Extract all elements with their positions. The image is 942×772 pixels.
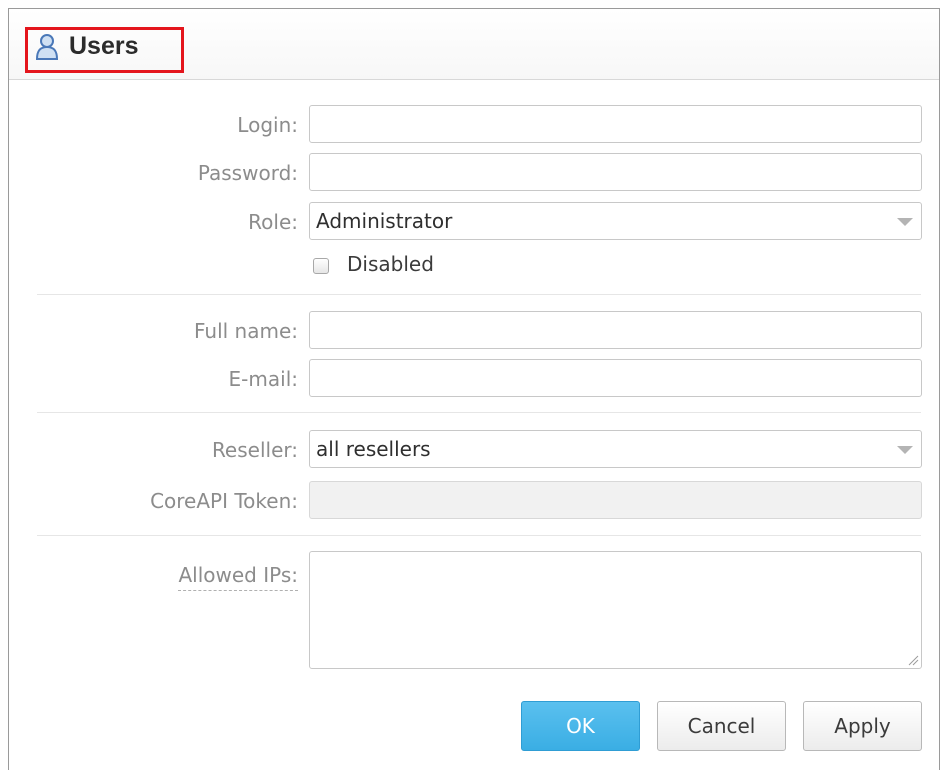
section-divider [37,535,921,536]
email-label: E-mail: [228,367,298,391]
coreapi-token-label: CoreAPI Token: [150,489,298,513]
login-input[interactable] [309,105,922,143]
chevron-down-icon [897,446,913,454]
dialog-titlebar: Users [9,9,939,80]
allowed-ips-label-text[interactable]: Allowed IPs: [178,563,298,591]
apply-button[interactable]: Apply [803,701,922,751]
resize-grip-icon[interactable] [907,654,919,666]
section-divider [37,294,921,295]
password-input[interactable] [309,153,922,191]
section-divider [37,412,921,413]
email-input[interactable] [309,359,922,397]
disabled-label[interactable]: Disabled [347,252,434,276]
reseller-label: Reseller: [211,438,298,462]
allowed-ips-textarea[interactable] [309,551,922,669]
users-dialog: Users Login: Password: Role: Administrat… [8,8,940,770]
role-select[interactable]: Administrator [309,202,922,240]
reseller-selected-value: all resellers [316,437,431,461]
user-icon [35,34,59,60]
password-label: Password: [197,161,298,185]
full-name-input[interactable] [309,311,922,349]
role-selected-value: Administrator [316,209,453,233]
reseller-select[interactable]: all resellers [309,430,922,468]
allowed-ips-label[interactable]: Allowed IPs: [178,563,298,591]
full-name-label: Full name: [193,319,298,343]
login-label: Login: [237,113,298,137]
role-label: Role: [248,210,298,234]
coreapi-token-input [309,481,922,519]
ok-button[interactable]: OK [521,701,640,751]
dialog-title: Users [69,32,139,60]
cancel-button[interactable]: Cancel [657,701,786,751]
chevron-down-icon [897,218,913,226]
disabled-checkbox[interactable] [313,258,329,274]
